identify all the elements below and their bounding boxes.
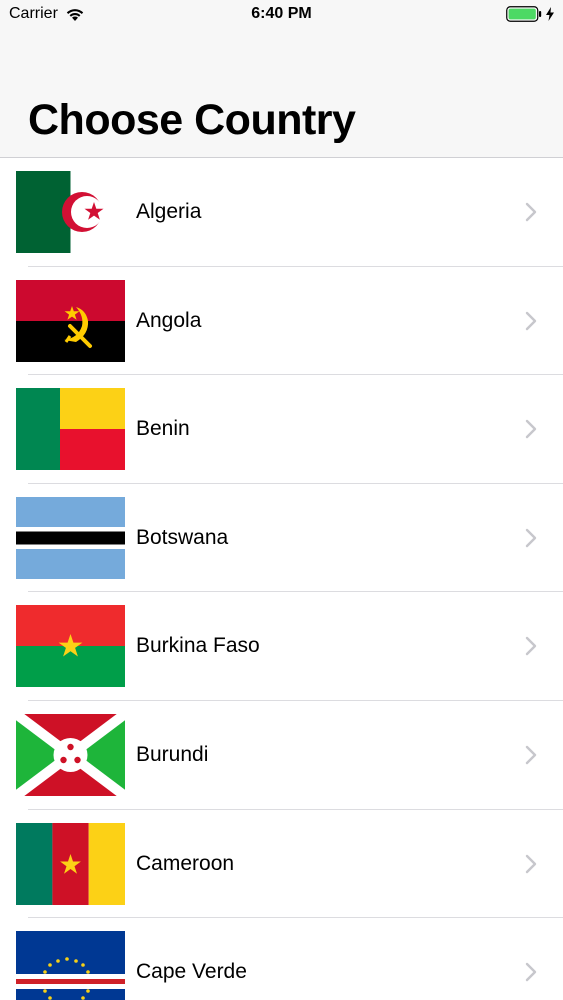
country-row-cameroon[interactable]: Cameroon xyxy=(0,810,563,919)
country-row-burkina-faso[interactable]: Burkina Faso xyxy=(0,592,563,701)
charging-bolt-icon xyxy=(546,7,554,21)
status-right xyxy=(506,6,555,22)
chevron-right-icon xyxy=(525,419,537,439)
burundi-flag-icon xyxy=(16,713,125,796)
country-name: Botswana xyxy=(136,525,229,549)
botswana-flag-icon xyxy=(16,496,125,579)
country-row-burundi[interactable]: Burundi xyxy=(0,701,563,810)
country-name: Burundi xyxy=(136,742,209,766)
country-row-benin[interactable]: Benin xyxy=(0,375,563,484)
cameroon-flag-icon xyxy=(16,822,125,905)
country-row-angola[interactable]: Angola xyxy=(0,267,563,376)
battery-icon xyxy=(506,6,542,22)
country-name: Benin xyxy=(136,417,190,441)
chevron-right-icon xyxy=(525,202,537,222)
country-list[interactable]: Algeria Angola Benin Botswana Burkina Fa… xyxy=(0,158,563,1000)
chevron-right-icon xyxy=(525,745,537,765)
nav-header: Choose Country xyxy=(0,30,563,158)
country-name: Cape Verde xyxy=(136,960,247,984)
country-name: Burkina Faso xyxy=(136,634,260,658)
country-row-algeria[interactable]: Algeria xyxy=(0,158,563,267)
country-row-cape-verde[interactable]: Cape Verde xyxy=(0,918,563,1000)
screen: Carrier 6:40 PM Choose Country Algeria A… xyxy=(0,0,563,1000)
angola-flag-icon xyxy=(16,279,125,362)
status-bar: Carrier 6:40 PM xyxy=(0,0,563,30)
benin-flag-icon xyxy=(16,388,125,471)
chevron-right-icon xyxy=(525,528,537,547)
country-name: Angola xyxy=(136,308,202,332)
cape-verde-flag-icon xyxy=(16,931,125,1000)
algeria-flag-icon xyxy=(16,171,125,253)
status-time: 6:40 PM xyxy=(251,5,312,22)
country-name: Cameroon xyxy=(136,851,235,875)
chevron-right-icon xyxy=(525,854,537,873)
chevron-right-icon xyxy=(525,311,537,330)
page-title: Choose Country xyxy=(28,96,356,144)
chevron-right-icon xyxy=(525,637,537,656)
burkina-faso-flag-icon xyxy=(16,605,125,688)
chevron-right-icon xyxy=(525,962,537,982)
country-row-botswana[interactable]: Botswana xyxy=(0,484,563,593)
country-name: Algeria xyxy=(136,200,202,223)
